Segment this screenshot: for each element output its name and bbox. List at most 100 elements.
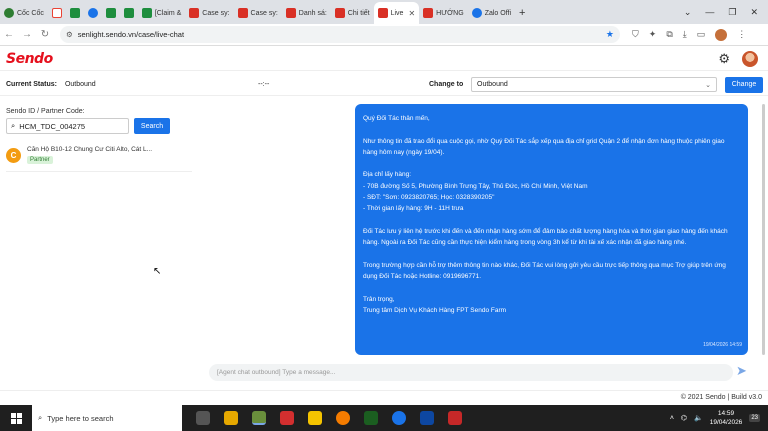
chevron-down-icon: ⌄ (705, 81, 711, 89)
zalo-taskbar-icon[interactable] (392, 411, 406, 425)
tab-label: Danh sá: (298, 9, 327, 17)
tab-label: [Claim & (154, 9, 182, 17)
tab-live[interactable]: Live ✕ (373, 2, 420, 24)
volume-icon[interactable]: 🔈 (694, 414, 703, 422)
tab-label: Zalo Offi (484, 9, 512, 17)
task-view-icon[interactable] (196, 411, 210, 425)
app-footer: © 2021 Sendo | Build v3.0 (0, 390, 768, 404)
conversation-title: Căn Hộ B10-12 Chung Cư Citi Alto, Cát L.… (27, 146, 153, 153)
tab-label: Cốc Cốc (17, 9, 44, 17)
tab-claim[interactable]: [Claim & (138, 2, 185, 24)
tab-sheets-2[interactable] (102, 2, 120, 24)
minimize-icon[interactable]: — (705, 7, 714, 17)
url-text[interactable]: senlight.sendo.vn/case/live-chat (78, 30, 601, 39)
windows-taskbar: ⌕ Type here to search ˄ ⌬ 🔈 14:59 19/04/… (0, 405, 768, 431)
sendo-id-value: HCM_TDC_004275 (19, 121, 86, 131)
tab-gmail[interactable] (48, 2, 66, 24)
sendo-id-input[interactable]: ⌕ HCM_TDC_004275 (6, 118, 129, 134)
chat-message-bubble: Quý Đối Tác thân mến, Như thông tin đã t… (355, 104, 748, 355)
tab-case-2[interactable]: Case sy: (234, 2, 282, 24)
avatar[interactable] (742, 50, 758, 67)
tab-label: Case sy: (202, 9, 230, 17)
chat-scrollbar[interactable] (762, 104, 765, 355)
profile-icon[interactable] (715, 28, 728, 41)
sidepanel-icon[interactable]: ▭ (697, 29, 706, 40)
taskbar-search-input[interactable]: ⌕ Type here to search (32, 405, 182, 431)
gear-icon[interactable]: ⚙ (718, 51, 730, 67)
composer-placeholder: [Agent chat outbound] Type a message... (217, 369, 336, 376)
forward-icon[interactable]: → (18, 29, 36, 40)
tab-label: HƯỚNG (436, 9, 464, 17)
close-window-icon[interactable]: ✕ (750, 7, 758, 18)
file-explorer-icon[interactable] (224, 411, 238, 425)
network-icon[interactable]: ⌬ (681, 414, 687, 422)
message-timestamp: 19/04/2026 14:59 (703, 341, 742, 348)
tab-chi-tiet[interactable]: Chi tiết (331, 2, 374, 24)
sendo-icon (377, 8, 388, 18)
chat-message-text: Quý Đối Tác thân mến, Như thông tin đã t… (363, 115, 728, 315)
new-tab-icon[interactable]: + (515, 2, 529, 24)
tab-sheets-1[interactable] (66, 2, 84, 24)
tab-search-icon[interactable]: ⌄ (684, 7, 692, 18)
download-icon[interactable]: ⤓ (683, 29, 687, 40)
chat-composer-input[interactable]: [Agent chat outbound] Type a message... (209, 364, 733, 381)
tab-coccoc[interactable]: Cốc Cốc (0, 2, 48, 24)
system-tray: ˄ ⌬ 🔈 14:59 19/04/2026 23 (670, 409, 768, 427)
sendo-icon (237, 8, 248, 18)
tab-zalo[interactable]: Zalo Offi (468, 2, 515, 24)
sendo-logo[interactable]: Sendo (6, 51, 53, 67)
coccoc-browser-icon[interactable] (252, 411, 266, 425)
change-to-label: Change to (429, 81, 464, 88)
tab-messenger[interactable] (84, 2, 102, 24)
tab-case-1[interactable]: Case sy: (185, 2, 233, 24)
app-icon[interactable] (448, 411, 462, 425)
clock[interactable]: 14:59 19/04/2026 (710, 409, 743, 427)
chrome-icon[interactable] (336, 411, 350, 425)
list-item[interactable]: C Căn Hộ B10-12 Chung Cư Citi Alto, Cát … (6, 142, 192, 172)
messenger-icon (87, 8, 98, 18)
shield-icon[interactable]: ⛉ (632, 29, 639, 40)
status-select-value: Outbound (477, 81, 508, 88)
back-icon[interactable]: ← (0, 29, 18, 40)
zalo-icon (471, 8, 482, 18)
site-info-icon[interactable]: ⚙ (66, 30, 73, 39)
tab-huong[interactable]: HƯỚNG (419, 2, 468, 24)
excel-icon[interactable] (364, 411, 378, 425)
search-icon: ⌕ (11, 121, 16, 130)
restore-icon[interactable]: ❐ (728, 7, 736, 18)
extension-icon[interactable]: ✦ (649, 29, 657, 40)
tab-danh-sach[interactable]: Danh sá: (282, 2, 331, 24)
current-status-label: Current Status: (6, 81, 57, 88)
coccoc-icon (4, 8, 14, 18)
change-button[interactable]: Change (725, 76, 763, 93)
status-select[interactable]: Outbound ⌄ (471, 77, 717, 92)
teams-icon[interactable] (420, 411, 434, 425)
mouse-cursor-icon: ↖ (153, 266, 162, 277)
gmail-icon (51, 8, 62, 18)
search-icon: ⌕ (38, 413, 43, 422)
sheets-icon (105, 8, 116, 18)
close-tab-icon[interactable]: ✕ (408, 9, 415, 18)
send-icon[interactable]: ➤ (736, 363, 747, 379)
menu-kebab-icon[interactable]: ⋮ (737, 29, 746, 40)
sticky-notes-icon[interactable] (308, 411, 322, 425)
windows-start-icon[interactable] (0, 405, 32, 431)
sendo-icon (423, 8, 434, 18)
bookmark-star-icon[interactable]: ★ (606, 29, 614, 40)
puzzle-icon[interactable]: ⧉ (666, 29, 672, 40)
partner-badge: Partner (27, 156, 53, 164)
conversation-avatar: C (6, 148, 21, 163)
clock-time: 14:59 (717, 410, 735, 417)
tray-chevron-icon[interactable]: ˄ (670, 415, 674, 422)
current-status-value: Outbound (64, 81, 96, 88)
notification-badge[interactable]: 23 (749, 414, 760, 422)
reload-icon[interactable]: ↻ (36, 29, 54, 40)
search-button[interactable]: Search (134, 118, 170, 134)
wps-icon[interactable] (280, 411, 294, 425)
tab-sheets-3[interactable] (120, 2, 138, 24)
address-bar: ← → ↻ ⚙ senlight.sendo.vn/case/live-chat… (0, 24, 768, 46)
url-bar[interactable]: ⚙ senlight.sendo.vn/case/live-chat ★ (60, 26, 620, 43)
tab-label: Live (390, 9, 404, 17)
sendo-icon (189, 8, 200, 18)
sheets-icon (123, 8, 134, 18)
